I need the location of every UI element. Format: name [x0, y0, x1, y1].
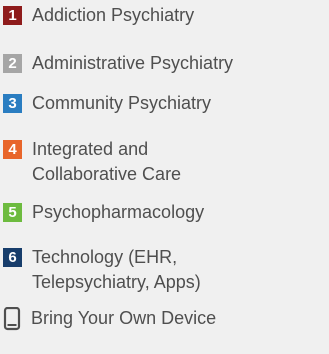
legend-item-label: Psychopharmacology [32, 200, 204, 225]
legend-item-community-psychiatry: 3 Community Psychiatry [0, 91, 211, 116]
legend-item-label-line: Addiction Psychiatry [32, 5, 195, 25]
legend-item-addiction-psychiatry: 1 Addiction Psychiatry [0, 3, 194, 28]
legend-item-label-line: Technology (EHR, [32, 247, 178, 267]
legend-item-label: Bring Your Own Device [31, 306, 216, 331]
legend-item-administrative-psychiatry: 2 Administrative Psychiatry [0, 51, 233, 76]
legend-item-label-line: Psychopharmacology [32, 202, 205, 222]
track-number-badge: 1 [3, 6, 22, 25]
legend-item-psychopharmacology: 5 Psychopharmacology [0, 200, 204, 225]
legend-item-integrated-collaborative-care: 4 Integrated and Collaborative Care [0, 137, 181, 187]
track-number-badge: 2 [3, 54, 22, 73]
legend-item-label: Addiction Psychiatry [32, 3, 194, 28]
track-legend: 1 Addiction Psychiatry 2 Administrative … [0, 0, 329, 354]
mobile-phone-icon [3, 307, 21, 331]
legend-item-label: Technology (EHR, Telepsychiatry, Apps) [32, 245, 201, 295]
legend-item-technology: 6 Technology (EHR, Telepsychiatry, Apps) [0, 245, 201, 295]
legend-item-bring-your-own-device: Bring Your Own Device [0, 306, 216, 331]
track-number-badge: 4 [3, 140, 22, 159]
legend-item-label-line: Integrated and [32, 139, 149, 159]
track-number-badge: 6 [3, 248, 22, 267]
legend-item-label-line: Administrative Psychiatry [32, 53, 234, 73]
legend-item-label: Community Psychiatry [32, 91, 211, 116]
legend-item-label-line: Collaborative Care [32, 164, 182, 184]
legend-item-label-line: Bring Your Own Device [31, 308, 217, 328]
track-number-badge: 5 [3, 203, 22, 222]
legend-item-label-line: Telepsychiatry, Apps) [32, 272, 201, 292]
legend-item-label-line: Community Psychiatry [32, 93, 212, 113]
track-number-badge: 3 [3, 94, 22, 113]
legend-item-label: Integrated and Collaborative Care [32, 137, 181, 187]
legend-item-label: Administrative Psychiatry [32, 51, 233, 76]
